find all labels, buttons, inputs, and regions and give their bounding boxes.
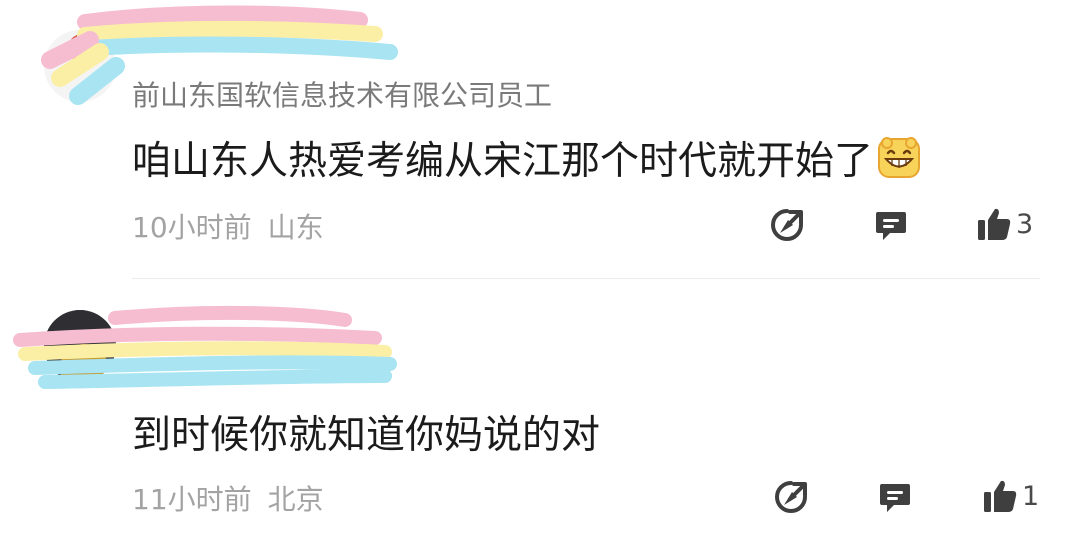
comment-text-content: 到时候你就知道你妈说的对 — [132, 413, 601, 458]
like-button[interactable]: 3 — [976, 206, 1033, 242]
comment-text-content: 咱山东人热爱考编从宋江那个时代就开始了 — [132, 139, 874, 184]
share-icon — [775, 481, 807, 513]
comment-time: 10小时前 — [132, 211, 252, 244]
reply-button[interactable] — [874, 208, 908, 242]
grinning-face-icon — [877, 136, 921, 180]
comment-text: 咱山东人热爱考编从宋江那个时代就开始了 — [132, 130, 921, 186]
comment-location: 山东 — [267, 211, 324, 244]
share-icon — [771, 209, 803, 241]
user-title: 前山东国软信息技术有限公司员工 — [132, 79, 553, 112]
like-count: 3 — [1016, 208, 1034, 240]
avatar[interactable] — [44, 30, 116, 102]
comment-location: 北京 — [267, 483, 324, 516]
divider — [132, 278, 1040, 279]
avatar[interactable] — [44, 310, 116, 382]
like-button[interactable]: 1 — [982, 478, 1039, 514]
comment-list: 前山东国软信息技术有限公司员工 咱山东人热爱考编从宋江那个时代就开始了 10小时 — [0, 0, 1080, 549]
thumbs-up-icon — [978, 208, 1011, 240]
share-button[interactable] — [770, 208, 804, 242]
comment-time: 11小时前 — [132, 483, 252, 516]
comment-meta: 11小时前 北京 — [132, 478, 324, 518]
comment-icon — [876, 212, 906, 240]
reply-button[interactable] — [878, 480, 912, 514]
thumbs-up-icon — [984, 480, 1017, 512]
comment-item: 到时候你就知道你妈说的对 11小时前 北京 1 — [0, 280, 1080, 549]
comment-icon — [880, 484, 910, 512]
share-button[interactable] — [774, 480, 808, 514]
comment-text: 到时候你就知道你妈说的对 — [132, 404, 600, 460]
like-count: 1 — [1022, 480, 1040, 512]
comment-item: 前山东国软信息技术有限公司员工 咱山东人热爱考编从宋江那个时代就开始了 10小时 — [0, 0, 1080, 280]
comment-meta: 10小时前 山东 — [132, 206, 324, 246]
